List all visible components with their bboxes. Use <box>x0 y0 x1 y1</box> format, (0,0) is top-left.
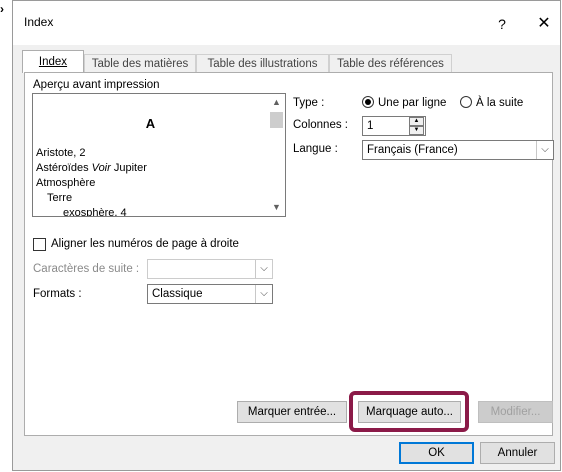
preview-line-1: Aristote, 2 <box>36 147 86 159</box>
title-bar: Index ? ✕ <box>13 1 560 45</box>
tab-leader-label: Caractères de suite : <box>33 263 140 275</box>
index-dialog: Index ? ✕ Index Table des matières Table… <box>12 0 561 471</box>
preview-line-2-italic: Voir <box>91 162 111 174</box>
preview-scrollbar[interactable]: ▲ ▼ <box>268 94 285 216</box>
preview-line-2-text: Astéroïdes <box>36 162 92 174</box>
cancel-button[interactable]: Annuler <box>480 442 555 464</box>
edge-pointer-icon: › <box>0 2 4 16</box>
columns-value: 1 <box>367 120 374 132</box>
type-label: Type : <box>293 97 325 109</box>
ok-button[interactable]: OK <box>399 442 474 464</box>
modify-button[interactable]: Modifier... <box>478 401 553 423</box>
formats-label: Formats : <box>33 288 82 300</box>
language-value: Français (France) <box>367 144 458 156</box>
columns-up-icon[interactable]: ▲ <box>409 117 424 126</box>
preview-line-2: Astéroïdes Voir Jupiter <box>36 162 147 174</box>
tab-references-label: Table des références <box>337 58 444 70</box>
preview-heading: A <box>145 116 156 131</box>
align-right-checkbox[interactable] <box>33 238 46 251</box>
formats-select[interactable]: Classique ⌵ <box>147 284 273 304</box>
radio-a-la-suite-label[interactable]: À la suite <box>476 97 523 109</box>
print-preview-box[interactable]: A Aristote, 2 Astéroïdes Voir Jupiter At… <box>32 93 286 217</box>
automark-button[interactable]: Marquage auto... <box>358 401 461 423</box>
language-label: Langue : <box>293 143 338 155</box>
tab-index[interactable]: Index <box>22 50 84 73</box>
columns-down-icon[interactable]: ▼ <box>409 126 424 135</box>
preview-line-4: Terre <box>47 192 73 204</box>
tab-index-label: Index <box>38 56 68 68</box>
tab-table-des-references[interactable]: Table des références <box>329 54 452 72</box>
tab-illustrations-label: Table des illustrations <box>207 58 318 70</box>
mark-entry-button[interactable]: Marquer entrée... <box>237 401 347 423</box>
scroll-up-icon[interactable]: ▲ <box>268 94 285 111</box>
radio-une-par-ligne[interactable] <box>362 96 374 108</box>
preview-label: Aperçu avant impression <box>33 79 160 91</box>
radio-a-la-suite[interactable] <box>460 96 472 108</box>
dialog-title: Index <box>24 15 54 29</box>
preview-line-2-rest: Jupiter <box>110 162 147 174</box>
tab-toc-label: Table des matières <box>91 58 189 70</box>
tab-leader-select[interactable]: ⌵ <box>147 259 273 279</box>
columns-label: Colonnes : <box>293 119 348 131</box>
formats-value: Classique <box>152 288 203 300</box>
scroll-down-icon[interactable]: ▼ <box>268 199 285 216</box>
language-dropdown-icon[interactable]: ⌵ <box>536 141 553 159</box>
tab-table-des-matieres[interactable]: Table des matières <box>84 54 196 72</box>
close-button[interactable]: ✕ <box>531 11 557 37</box>
tab-table-des-illustrations[interactable]: Table des illustrations <box>196 54 329 72</box>
formats-dropdown-icon[interactable]: ⌵ <box>255 285 272 303</box>
preview-line-5: exosphère, 4 <box>63 207 127 217</box>
help-button[interactable]: ? <box>489 11 515 37</box>
align-right-label[interactable]: Aligner les numéros de page à droite <box>51 238 239 250</box>
language-select[interactable]: Français (France) ⌵ <box>362 140 554 160</box>
radio-une-par-ligne-label[interactable]: Une par ligne <box>378 97 446 109</box>
scroll-thumb[interactable] <box>270 112 283 128</box>
tab-leader-dropdown-icon[interactable]: ⌵ <box>255 260 272 278</box>
preview-line-3: Atmosphère <box>36 177 96 189</box>
